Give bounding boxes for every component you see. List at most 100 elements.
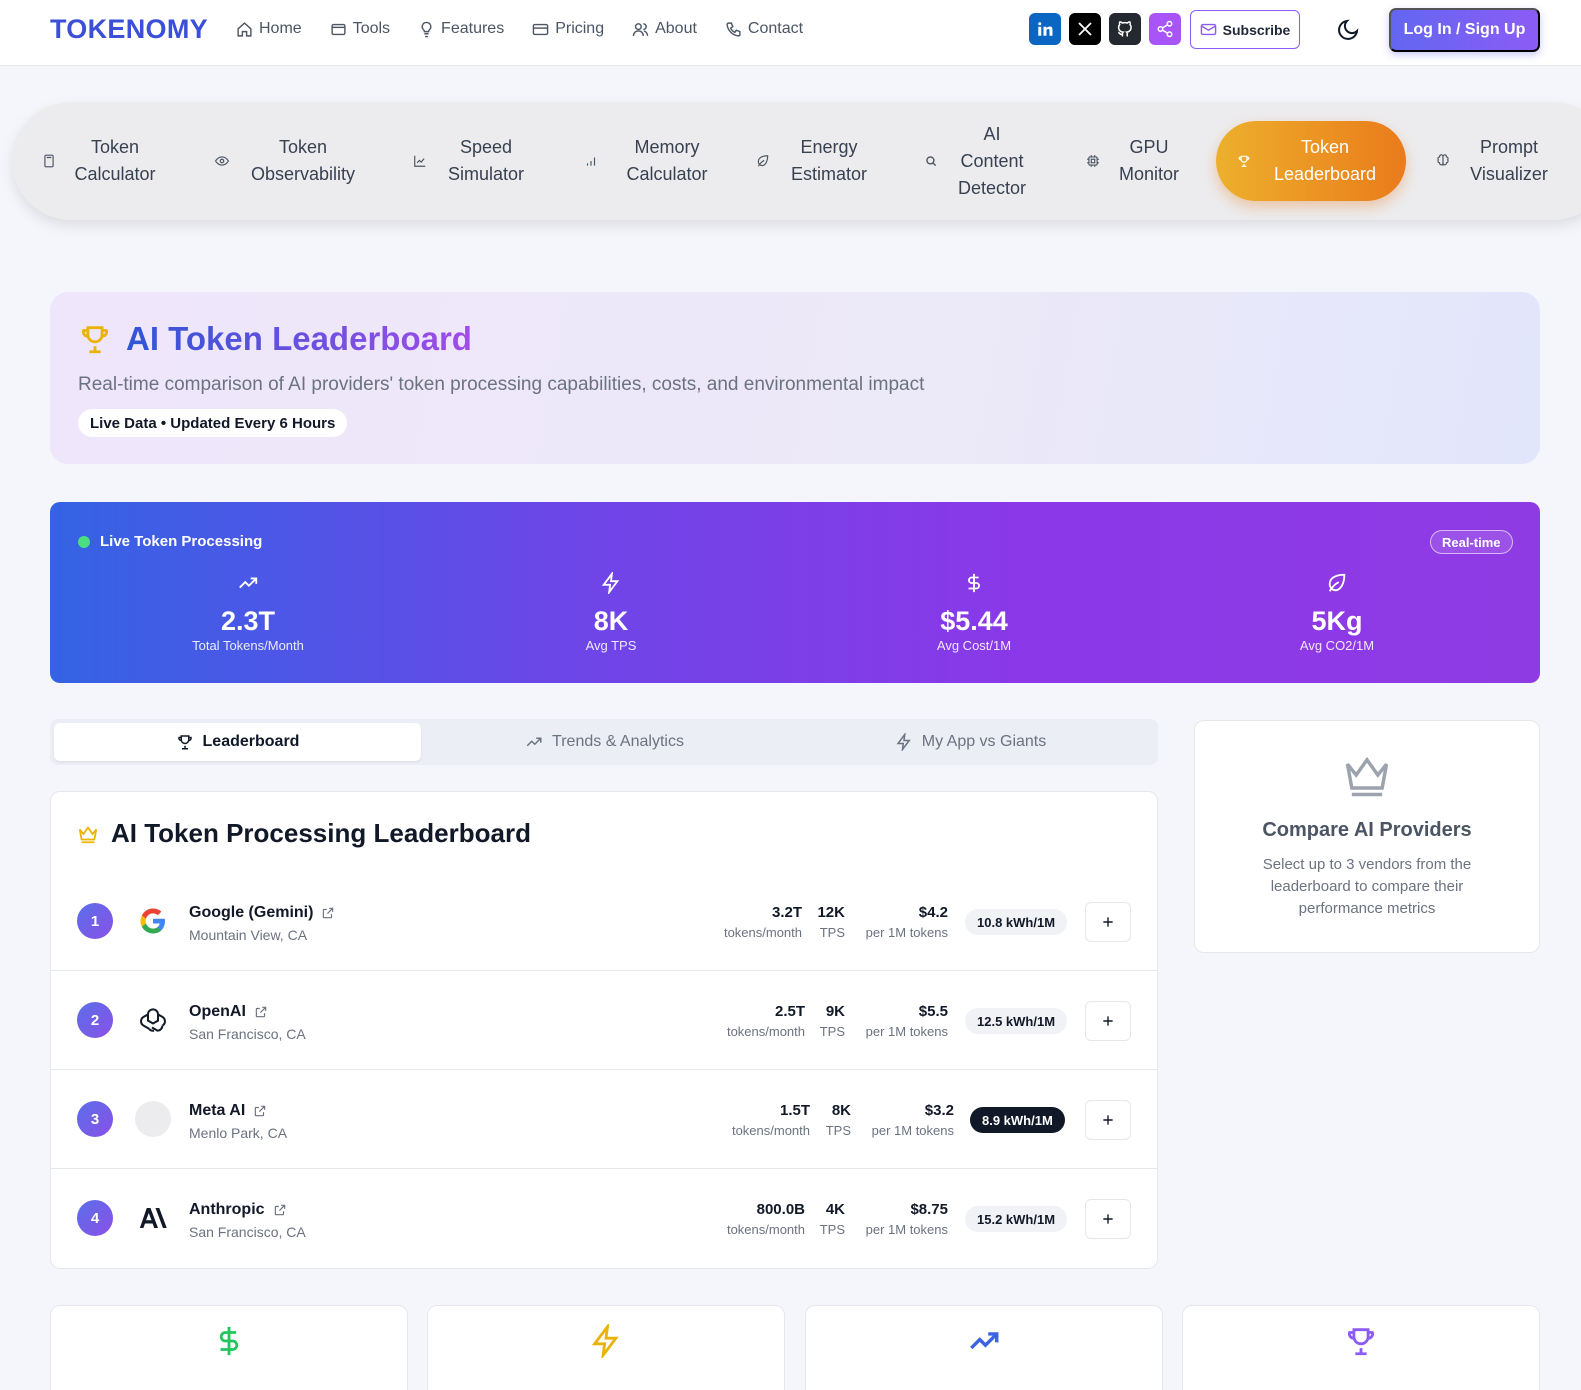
tools-bar: Token Calculator Token Observability Spe…: [12, 102, 1581, 220]
metric-tps: 8K TPS: [826, 1102, 851, 1138]
add-to-compare-button[interactable]: [1085, 1100, 1131, 1140]
tool-memory-calculator[interactable]: Memory Calculator: [584, 102, 722, 220]
add-to-compare-button[interactable]: [1085, 1001, 1131, 1041]
x-icon: [1078, 22, 1092, 36]
tool-label: Token Leaderboard: [1273, 137, 1377, 184]
energy-badge: 10.8 kWh/1M: [965, 909, 1068, 935]
lightning-icon: [896, 733, 911, 751]
plus-icon: [1103, 917, 1113, 927]
tab-trends-analytics[interactable]: Trends & Analytics: [421, 723, 788, 761]
stat-value: 2.3T: [220, 606, 276, 636]
plus-icon: [1103, 1214, 1113, 1224]
nav-tools[interactable]: Tools: [330, 20, 390, 38]
vendor-name[interactable]: Meta AI: [189, 1102, 267, 1120]
vendor-location: Menlo Park, CA: [189, 1125, 288, 1141]
brain-icon: [1437, 154, 1449, 166]
rank-badge: 1: [77, 903, 113, 939]
rank-badge: 4: [77, 1200, 113, 1236]
brand-logo[interactable]: TOKENOMY: [50, 14, 208, 45]
stat-label: Avg Cost/1M: [936, 638, 1012, 653]
tool-energy-estimator[interactable]: Energy Estimator: [756, 102, 874, 220]
tool-gpu-monitor[interactable]: GPU Monitor: [1086, 102, 1184, 220]
metric-tokens: 800.0B tokens/month: [727, 1201, 805, 1237]
metric-tps: 12K TPS: [817, 904, 845, 940]
nav-home[interactable]: Home: [236, 20, 302, 38]
login-signup-button[interactable]: Log In / Sign Up: [1389, 8, 1540, 52]
subscribe-button[interactable]: Subscribe: [1190, 10, 1300, 49]
tool-token-leaderboard[interactable]: Token Leaderboard: [1216, 121, 1406, 201]
live-token-banner: Live Token Processing Real-time 2.3T Tot…: [50, 502, 1540, 683]
tab-label: Leaderboard: [202, 733, 300, 750]
compare-providers-card: Compare AI Providers Select up to 3 vend…: [1194, 720, 1540, 953]
tool-label: Memory Calculator: [626, 137, 708, 184]
nav-contact[interactable]: Contact: [725, 20, 803, 38]
linkedin-button[interactable]: [1029, 13, 1061, 45]
external-link-icon[interactable]: [321, 906, 335, 920]
trophy-icon: [1238, 155, 1250, 167]
stat-avg-tps: 8K Avg TPS: [511, 572, 711, 653]
add-to-compare-button[interactable]: [1085, 1199, 1131, 1239]
vendor-name[interactable]: Google (Gemini): [189, 904, 335, 922]
metric-tokens: 2.5T tokens/month: [727, 1003, 805, 1039]
nav-features-label: Features: [441, 20, 505, 37]
moon-icon[interactable]: [1336, 18, 1360, 42]
tool-token-observability[interactable]: Token Observability: [215, 102, 363, 220]
rank-badge: 3: [77, 1101, 113, 1137]
rank-badge: 2: [77, 1002, 113, 1038]
home-icon: [237, 21, 252, 37]
tab-leaderboard[interactable]: Leaderboard: [54, 723, 421, 761]
live-indicator-dot: [78, 535, 90, 548]
vendor-name[interactable]: OpenAI: [189, 1003, 268, 1021]
table-row: 1 Google (Gemini) Mountain View, CA 3.2T…: [51, 872, 1157, 971]
tab-my-app-vs-giants[interactable]: My App vs Giants: [787, 723, 1154, 761]
metric-cost: $5.5 per 1M tokens: [866, 1003, 948, 1039]
tool-ai-content-detector[interactable]: AI Content Detector: [924, 102, 1032, 220]
metric-label: per 1M tokens: [865, 1222, 948, 1237]
metric-value: 3.2T: [771, 904, 802, 921]
vendor-name-text: OpenAI: [189, 1003, 246, 1020]
bar-chart-icon: [586, 157, 596, 166]
external-link-icon[interactable]: [273, 1203, 287, 1217]
metric-label: per 1M tokens: [865, 1024, 948, 1039]
metric-label: TPS: [819, 1222, 845, 1237]
window-icon: [331, 23, 346, 35]
table-row: 3 Meta AI Menlo Park, CA 1.5T tokens/mont…: [51, 1070, 1157, 1169]
page-title-text: AI Token Leaderboard: [126, 320, 472, 357]
stat-avg-co2: 5Kg Avg CO2/1M: [1237, 572, 1437, 653]
vendor-name[interactable]: Anthropic: [189, 1201, 287, 1219]
nav-features[interactable]: Features: [418, 20, 504, 38]
external-link-icon[interactable]: [253, 1104, 267, 1118]
stat-label: Avg CO2/1M: [1299, 638, 1375, 653]
lightning-icon: [601, 572, 620, 594]
add-to-compare-button[interactable]: [1085, 902, 1131, 942]
metric-label: tokens/month: [726, 1024, 805, 1039]
anthropic-logo-icon: [139, 1208, 167, 1228]
linkedin-icon: [1038, 22, 1053, 36]
compare-description: Select up to 3 vendors from the leaderbo…: [1262, 856, 1472, 917]
realtime-badge: Real-time: [1430, 530, 1513, 554]
nav-about[interactable]: About: [632, 20, 697, 38]
metric-label: per 1M tokens: [865, 925, 948, 940]
external-link-icon[interactable]: [254, 1005, 268, 1019]
summary-card-growth: [805, 1305, 1163, 1390]
nav-tools-label: Tools: [352, 20, 391, 37]
page-title: AI Token Leaderboard: [78, 320, 472, 358]
tool-prompt-visualizer[interactable]: Prompt Visualizer: [1436, 102, 1554, 220]
x-button[interactable]: [1069, 13, 1101, 45]
tool-speed-simulator[interactable]: Speed Simulator: [413, 102, 531, 220]
leaderboard-title-text: AI Token Processing Leaderboard: [111, 818, 531, 848]
energy-badge: 8.9 kWh/1M: [970, 1107, 1065, 1133]
metric-label: TPS: [819, 925, 845, 940]
tool-token-calculator[interactable]: Token Calculator: [42, 102, 160, 220]
crown-icon: [1345, 756, 1389, 797]
search-icon: [926, 156, 937, 167]
chart-line-icon: [414, 155, 426, 167]
table-row: 4 Anthropic San Francisco, CA 800.0B toke…: [51, 1169, 1157, 1268]
top-navbar: TOKENOMY Home Tools Features Pricing Abo…: [0, 0, 1581, 66]
stat-value: $5.44: [940, 606, 1008, 636]
nav-pricing[interactable]: Pricing: [532, 20, 604, 38]
share-button[interactable]: [1149, 13, 1181, 45]
subscribe-label: Subscribe: [1222, 21, 1291, 38]
vendor-logo: [135, 903, 171, 939]
github-button[interactable]: [1109, 13, 1141, 45]
